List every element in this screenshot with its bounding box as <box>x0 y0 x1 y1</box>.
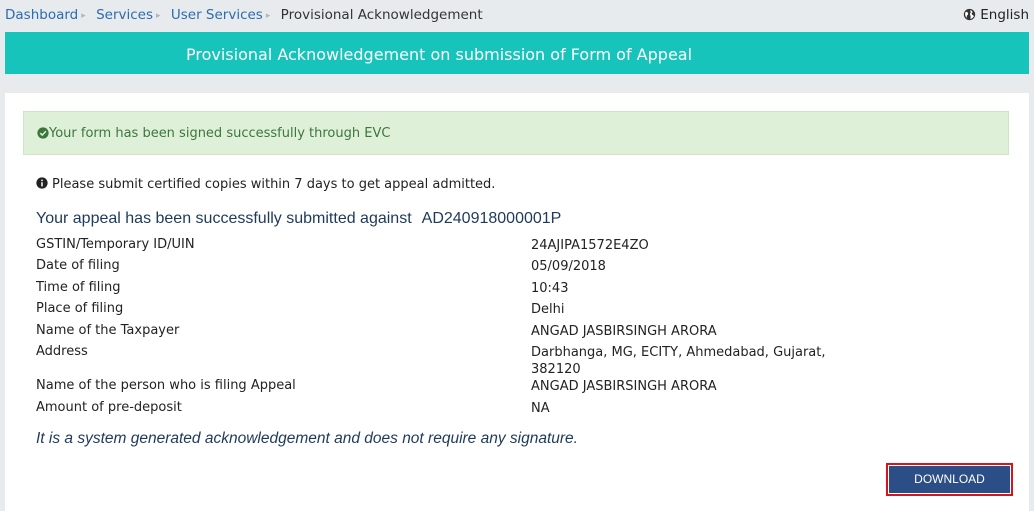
acknowledgement-card: Your form has been signed successfully t… <box>5 93 1029 511</box>
download-button[interactable]: DOWNLOAD <box>886 463 1013 496</box>
page-header: Provisional Acknowledgement on submissio… <box>5 32 1029 74</box>
detail-value: 10:43 <box>531 281 569 296</box>
breadcrumb: Dashboard ▸ Services ▸ User Services ▸ Prov… <box>5 7 483 23</box>
check-circle-icon <box>37 127 49 139</box>
system-generated-note: It is a system generated acknowledgement… <box>36 430 578 447</box>
detail-label: Name of the Taxpayer <box>36 323 180 338</box>
breadcrumb-user-services[interactable]: User Services <box>171 7 263 23</box>
info-note-text: Please submit certified copies within 7 … <box>52 177 496 192</box>
success-message: Your form has been signed successfully t… <box>49 126 391 141</box>
detail-value: NA <box>531 401 550 416</box>
language-label: English <box>980 7 1029 23</box>
breadcrumb-separator-icon: ▸ <box>265 11 271 21</box>
detail-label: Amount of pre-deposit <box>36 400 182 415</box>
breadcrumb-current: Provisional Acknowledgement <box>280 7 483 23</box>
language-selector[interactable]: English <box>963 7 1029 23</box>
detail-value: ANGAD JASBIRSINGH ARORA <box>531 379 717 394</box>
breadcrumb-dashboard[interactable]: Dashboard <box>5 7 78 23</box>
detail-label: Address <box>36 344 88 359</box>
detail-value: 24AJIPA1572E4ZO <box>531 238 649 253</box>
submission-heading: Your appeal has been successfully submit… <box>36 210 561 228</box>
download-button-label: DOWNLOAD <box>889 466 1010 493</box>
detail-value: 05/09/2018 <box>531 259 606 274</box>
detail-label: GSTIN/Temporary ID/UIN <box>36 237 195 252</box>
detail-label: Time of filing <box>36 280 121 295</box>
info-icon <box>36 177 48 189</box>
detail-label: Place of filing <box>36 301 124 316</box>
page-title: Provisional Acknowledgement on submissio… <box>186 45 693 64</box>
breadcrumb-separator-icon: ▸ <box>156 11 161 21</box>
submission-heading-text: Your appeal has been successfully submit… <box>36 210 412 227</box>
success-alert: Your form has been signed successfully t… <box>23 111 1009 155</box>
arn-number: AD240918000001P <box>421 210 562 227</box>
detail-label: Name of the person who is filing Appeal <box>36 378 296 393</box>
detail-value: ANGAD JASBIRSINGH ARORA <box>531 324 717 339</box>
detail-value: Darbhanga, MG, ECITY, Ahmedabad, Gujarat… <box>531 345 826 377</box>
detail-value: Delhi <box>531 302 565 317</box>
breadcrumb-services[interactable]: Services <box>96 7 153 23</box>
info-note: Please submit certified copies within 7 … <box>36 177 495 192</box>
top-bar: Dashboard ▸ Services ▸ User Services ▸ Prov… <box>0 0 1034 32</box>
globe-icon <box>964 8 976 21</box>
detail-label: Date of filing <box>36 258 120 273</box>
breadcrumb-separator-icon: ▸ <box>81 11 86 21</box>
